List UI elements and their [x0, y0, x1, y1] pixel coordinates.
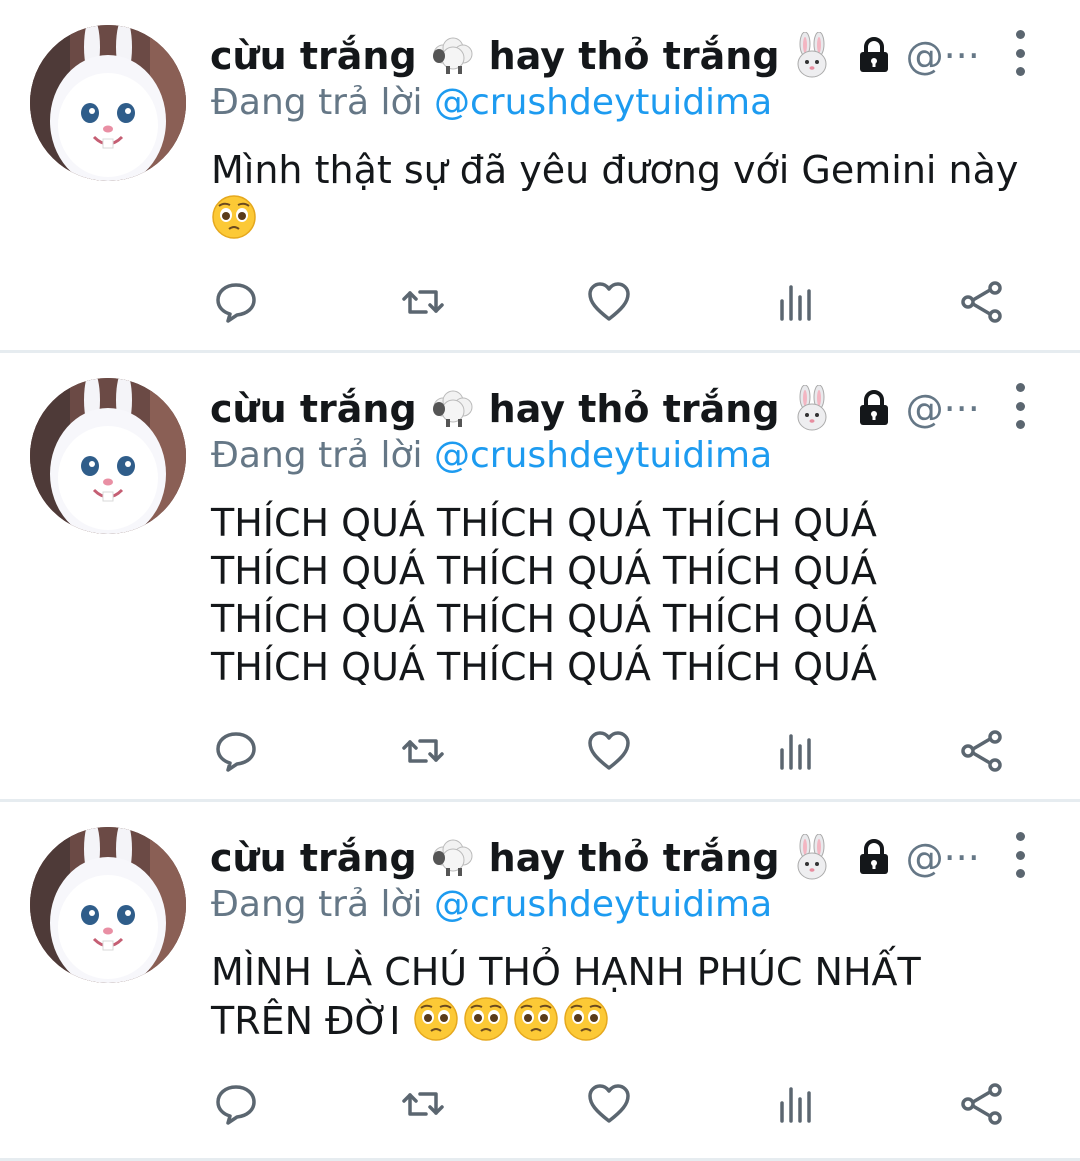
tweet-text-fragment: TRÊN ĐỜI [211, 999, 401, 1043]
tweet-text-line: MÌNH LÀ CHÚ THỎ HẠNH PHÚC NHẤT [211, 950, 921, 994]
share-icon[interactable] [952, 272, 1012, 332]
display-name[interactable]: cừu trắng [210, 34, 417, 78]
pleading-face-icon [513, 996, 559, 1053]
tweet-actions [0, 721, 1080, 781]
reply-prefix: Đang trả lời [211, 884, 423, 925]
display-name-suffix[interactable]: hay thỏ trắng [489, 387, 780, 431]
tweet-text: MÌNH LÀ CHÚ THỎ HẠNH PHÚC NHẤT TRÊN ĐỜI [211, 948, 1051, 1053]
tweet[interactable]: cừu trắng hay thỏ trắng @··· Đang trả lờ… [0, 0, 1080, 350]
reply-context: Đang trả lời @crushdeytuidima [211, 82, 772, 123]
retweet-icon[interactable] [393, 721, 453, 781]
rabbit-face-icon [792, 32, 832, 80]
analytics-icon[interactable] [766, 721, 826, 781]
pleading-face-icon [563, 996, 609, 1053]
tweet-text-line: THÍCH QUÁ THÍCH QUÁ THÍCH QUÁ [211, 645, 877, 689]
pleading-face-icon [463, 996, 509, 1053]
tweet-text: Mình thật sự đã yêu đương với Gemini này [211, 146, 1051, 251]
share-icon[interactable] [952, 721, 1012, 781]
retweet-icon[interactable] [393, 1074, 453, 1134]
tweet-text-line: Mình thật sự đã yêu đương với Gemini này [211, 148, 1019, 192]
tweet[interactable]: cừu trắng hay thỏ trắng @··· Đang trả lờ… [0, 353, 1080, 799]
tweet-header: cừu trắng hay thỏ trắng @··· [210, 830, 1010, 886]
tweet[interactable]: cừu trắng hay thỏ trắng @··· Đang trả lờ… [0, 802, 1080, 1158]
mention-link[interactable]: @crushdeytuidima [434, 82, 772, 123]
lock-icon [854, 838, 894, 878]
emoji-line [211, 194, 1051, 251]
like-icon[interactable] [579, 721, 639, 781]
tweet-actions [0, 272, 1080, 332]
reply-context: Đang trả lời @crushdeytuidima [211, 884, 772, 925]
reply-prefix: Đang trả lời [211, 435, 423, 476]
user-handle[interactable]: @··· [906, 387, 980, 431]
rabbit-face-icon [792, 385, 832, 433]
like-icon[interactable] [579, 1074, 639, 1134]
display-name-suffix[interactable]: hay thỏ trắng [489, 836, 780, 880]
sheep-icon [429, 838, 477, 878]
sheep-icon [429, 36, 477, 76]
sheep-icon [429, 389, 477, 429]
pleading-face-icon [413, 996, 459, 1053]
pleading-face-icon [211, 194, 257, 251]
tweet-text-line: THÍCH QUÁ THÍCH QUÁ THÍCH QUÁ [211, 501, 877, 545]
tweet-feed: cừu trắng hay thỏ trắng @··· Đang trả lờ… [0, 0, 1080, 1161]
display-name[interactable]: cừu trắng [210, 387, 417, 431]
more-vertical-icon[interactable] [1008, 383, 1032, 429]
avatar[interactable] [30, 25, 186, 181]
analytics-icon[interactable] [766, 1074, 826, 1134]
retweet-icon[interactable] [393, 272, 453, 332]
display-name[interactable]: cừu trắng [210, 836, 417, 880]
lock-icon [854, 389, 894, 429]
avatar[interactable] [30, 378, 186, 534]
tweet-text: THÍCH QUÁ THÍCH QUÁ THÍCH QUÁ THÍCH QUÁ … [211, 499, 1051, 691]
reply-icon[interactable] [206, 272, 266, 332]
tweet-text-line: THÍCH QUÁ THÍCH QUÁ THÍCH QUÁ [211, 597, 877, 641]
reply-prefix: Đang trả lời [211, 82, 423, 123]
analytics-icon[interactable] [766, 272, 826, 332]
mention-link[interactable]: @crushdeytuidima [434, 884, 772, 925]
share-icon[interactable] [952, 1074, 1012, 1134]
mention-link[interactable]: @crushdeytuidima [434, 435, 772, 476]
more-vertical-icon[interactable] [1008, 832, 1032, 878]
reply-icon[interactable] [206, 721, 266, 781]
reply-context: Đang trả lời @crushdeytuidima [211, 435, 772, 476]
tweet-actions [0, 1074, 1080, 1134]
tweet-text-line: THÍCH QUÁ THÍCH QUÁ THÍCH QUÁ [211, 549, 877, 593]
lock-icon [854, 36, 894, 76]
like-icon[interactable] [579, 272, 639, 332]
user-handle[interactable]: @··· [906, 34, 980, 78]
user-handle[interactable]: @··· [906, 836, 980, 880]
display-name-suffix[interactable]: hay thỏ trắng [489, 34, 780, 78]
more-vertical-icon[interactable] [1008, 30, 1032, 76]
tweet-header: cừu trắng hay thỏ trắng @··· [210, 381, 1010, 437]
avatar[interactable] [30, 827, 186, 983]
rabbit-face-icon [792, 834, 832, 882]
reply-icon[interactable] [206, 1074, 266, 1134]
tweet-header: cừu trắng hay thỏ trắng @··· [210, 28, 1010, 84]
tweet-text-line-with-emoji: TRÊN ĐỜI [211, 996, 1051, 1053]
